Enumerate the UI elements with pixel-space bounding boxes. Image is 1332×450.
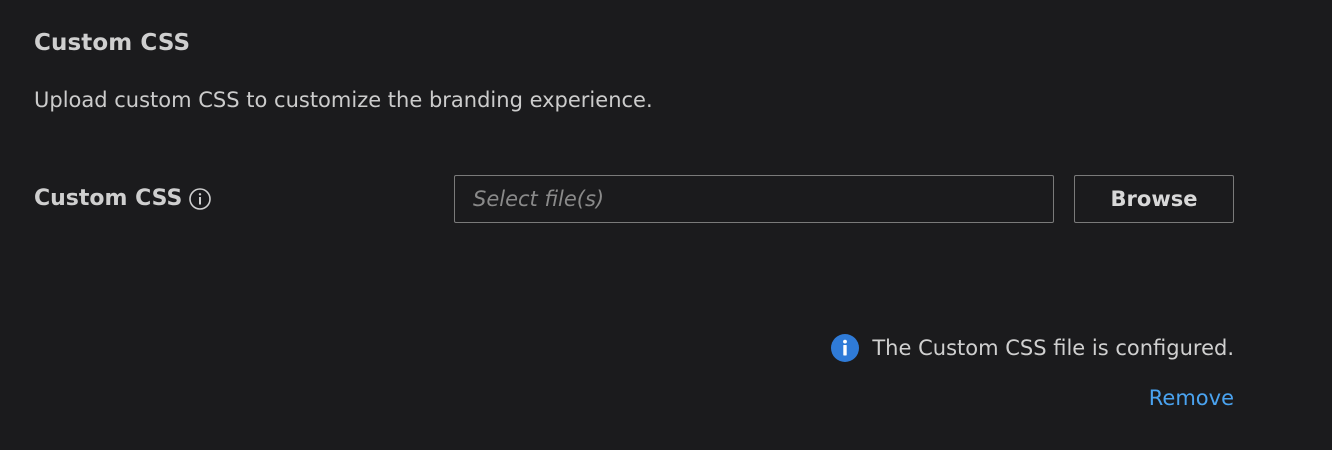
browse-button[interactable]: Browse [1074, 175, 1234, 223]
remove-link[interactable]: Remove [1149, 386, 1234, 410]
file-select-input[interactable] [454, 175, 1054, 223]
info-icon[interactable] [188, 187, 212, 211]
status-text: The Custom CSS file is configured. [872, 336, 1234, 360]
section-title: Custom CSS [34, 30, 191, 56]
custom-css-field-label: Custom CSS [34, 185, 212, 211]
field-label-text: Custom CSS [34, 185, 183, 211]
status-message: The Custom CSS file is configured. [830, 333, 1234, 363]
info-filled-icon [830, 333, 860, 363]
section-description: Upload custom CSS to customize the brand… [34, 88, 653, 112]
